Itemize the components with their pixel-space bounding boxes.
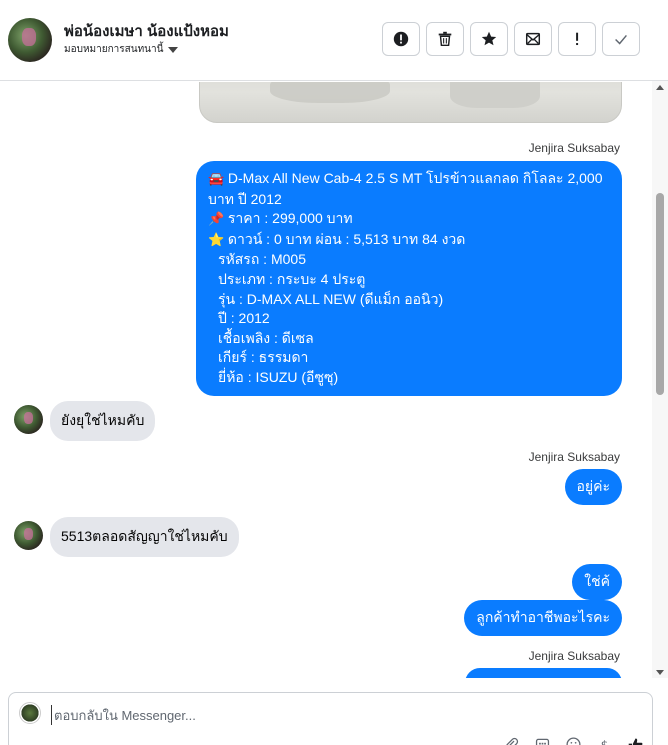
image-attachment[interactable]	[199, 82, 622, 123]
paperclip-icon	[506, 737, 519, 745]
composer-tools: $	[503, 736, 644, 745]
reply-box[interactable]: $	[8, 692, 653, 745]
incoming-message[interactable]: 5513ตลอดสัญญาใช่ไหมคับ	[50, 517, 239, 557]
thumbs-up-icon	[628, 738, 643, 745]
saved-reply-button[interactable]	[534, 736, 551, 745]
message-thread[interactable]: Jenjira Suksabay 🚘 D-Max All New Cab-4 2…	[0, 82, 652, 678]
outgoing-message-listing[interactable]: 🚘 D-Max All New Cab-4 2.5 S MT โปรข้าวแล…	[196, 161, 622, 396]
saved-reply-icon	[535, 738, 550, 745]
outgoing-message-partial[interactable]	[465, 668, 622, 678]
outgoing-message[interactable]: อยู่ค่ะ	[564, 469, 622, 505]
contact-name[interactable]: พ่อน้องเมษา น้องแป้งหอม	[64, 19, 229, 43]
conversation-header: พ่อน้องเมษา น้องแป้งหอม มอบหมายการสนทนาน…	[0, 0, 668, 81]
scroll-up-arrow-icon[interactable]	[656, 85, 664, 90]
conversation-actions	[382, 22, 640, 56]
star-icon	[481, 31, 497, 46]
star-button[interactable]	[470, 22, 508, 56]
mark-spam-button[interactable]	[382, 22, 420, 56]
page-avatar-icon	[19, 702, 41, 724]
scroll-down-arrow-icon[interactable]	[656, 670, 664, 675]
star-emoji-icon: ⭐	[208, 232, 225, 248]
payment-button[interactable]: $	[596, 736, 613, 745]
sender-name: Jenjira Suksabay	[528, 450, 620, 464]
trash-icon	[438, 31, 452, 47]
like-button[interactable]	[627, 736, 644, 745]
emoji-button[interactable]	[565, 736, 582, 745]
exclamation-icon	[576, 32, 579, 46]
sender-name: Jenjira Suksabay	[528, 649, 620, 663]
chat-scrollbar[interactable]	[652, 81, 668, 678]
contact-avatar-small[interactable]	[14, 405, 43, 434]
delete-button[interactable]	[426, 22, 464, 56]
svg-text:$: $	[601, 738, 609, 745]
assign-conversation-dropdown[interactable]: มอบหมายการสนทนานี้	[64, 42, 179, 57]
envelope-icon	[525, 32, 541, 46]
outgoing-message[interactable]: ลูกค้าทำอาชีพอะไรคะ	[464, 600, 622, 636]
pin-emoji-icon: 📌	[208, 212, 225, 228]
follow-up-button[interactable]	[558, 22, 596, 56]
reply-input[interactable]	[51, 705, 611, 725]
alert-circle-icon	[393, 31, 409, 47]
mark-unread-button[interactable]	[514, 22, 552, 56]
scroll-thumb[interactable]	[656, 193, 664, 395]
caret-down-icon	[168, 47, 179, 53]
outgoing-message[interactable]: ใช่ค้	[572, 564, 622, 600]
contact-avatar[interactable]	[8, 18, 52, 62]
assign-label: มอบหมายการสนทนานี้	[64, 44, 164, 55]
car-emoji-icon: 🚘	[208, 172, 225, 187]
mark-done-button[interactable]	[602, 22, 640, 56]
attachment-button[interactable]	[503, 736, 520, 745]
contact-avatar-small[interactable]	[14, 521, 43, 550]
smiley-icon	[566, 737, 581, 745]
dollar-icon: $	[601, 738, 609, 745]
sender-name: Jenjira Suksabay	[528, 141, 620, 155]
check-icon	[615, 34, 627, 45]
composer-area: $	[0, 678, 668, 745]
incoming-message[interactable]: ยังยุใช่ไหมคับ	[50, 401, 156, 441]
